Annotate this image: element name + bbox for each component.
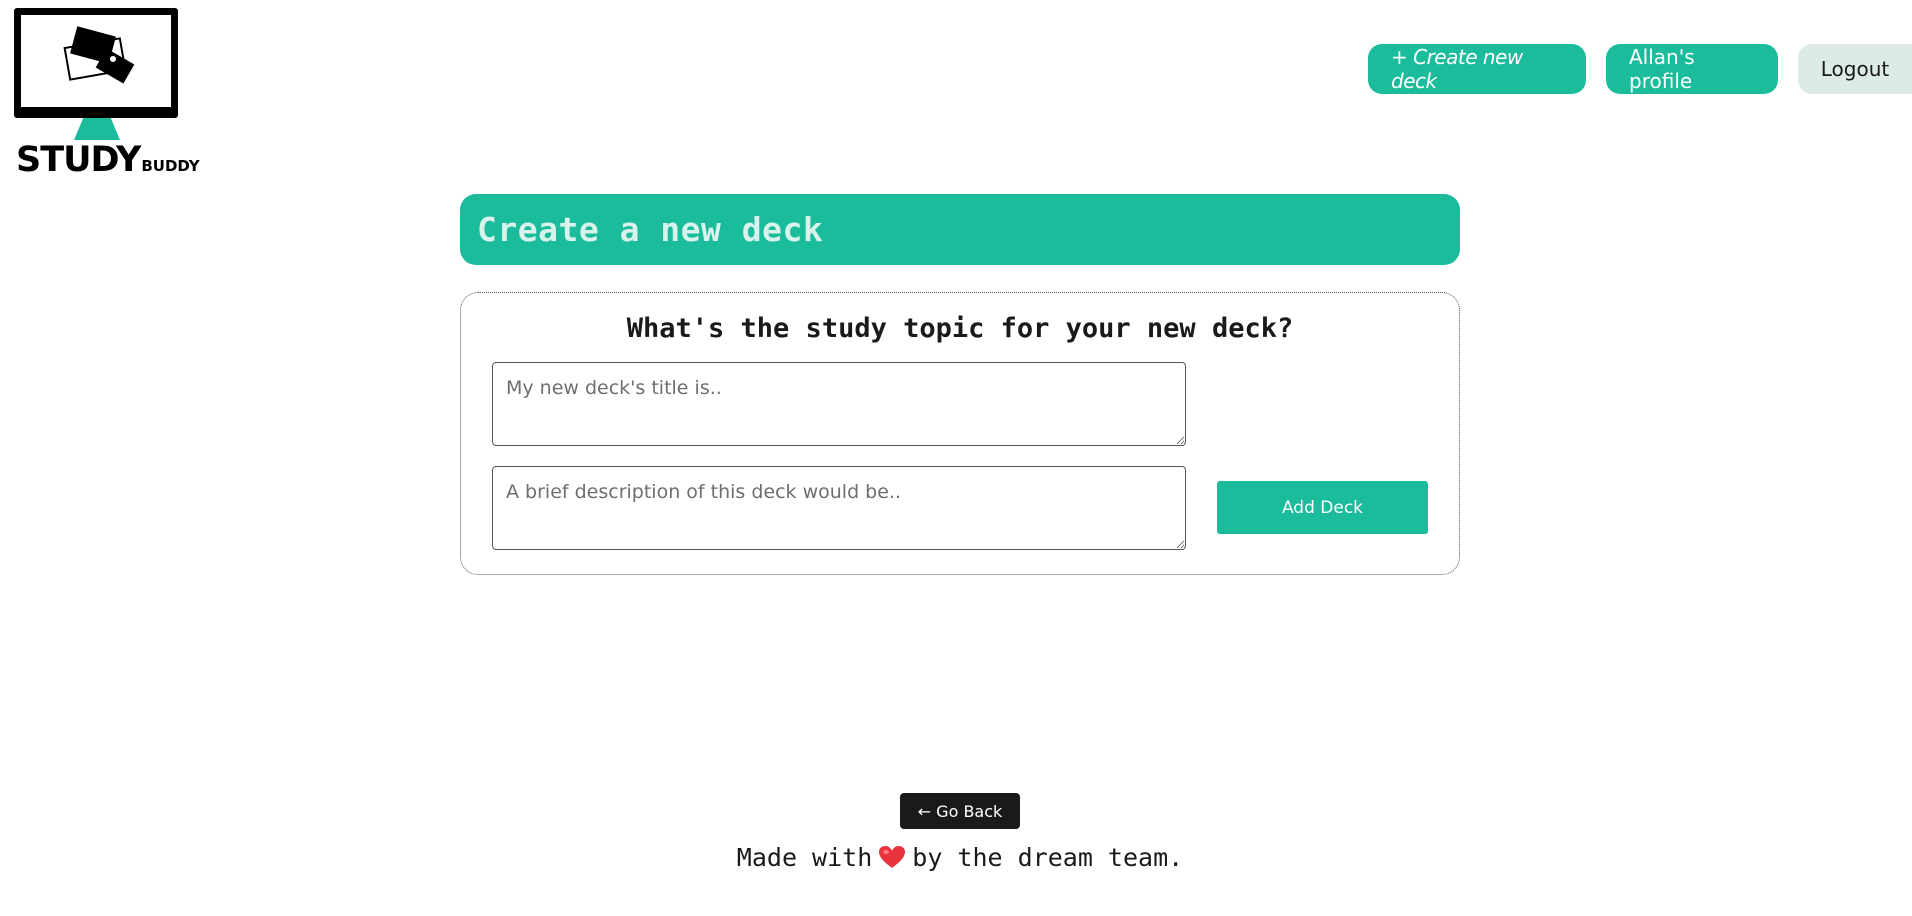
new-deck-form: What's the study topic for your new deck…: [460, 292, 1460, 575]
go-back-button[interactable]: ← Go Back: [900, 793, 1020, 829]
deck-title-input[interactable]: [492, 362, 1186, 446]
cards-icon: [63, 26, 135, 84]
heart-icon: [879, 846, 906, 868]
deck-description-input[interactable]: [492, 466, 1186, 550]
logo-text-buddy: BUDDY: [141, 157, 200, 175]
logo-text-study: STUDY: [16, 140, 141, 180]
top-nav: + Create new deck Allan's profile Logout: [1368, 44, 1912, 94]
monitor-icon: [14, 8, 178, 118]
profile-button[interactable]: Allan's profile: [1606, 44, 1778, 94]
page-title: Create a new deck: [477, 210, 824, 249]
create-new-deck-button[interactable]: + Create new deck: [1368, 44, 1586, 94]
footer-made-with: Made with: [736, 843, 873, 872]
form-heading: What's the study topic for your new deck…: [626, 313, 1294, 344]
footer-by-team: by the dream team.: [912, 843, 1184, 872]
monitor-screen: [21, 15, 171, 107]
footer-credit: Made with by the dream team.: [0, 843, 1912, 872]
logo[interactable]: STUDYBUDDY: [14, 8, 200, 180]
page-title-banner: Create a new deck: [460, 194, 1460, 265]
logout-button[interactable]: Logout: [1798, 44, 1912, 94]
logo-wordmark: STUDYBUDDY: [16, 140, 200, 180]
add-deck-button[interactable]: Add Deck: [1217, 481, 1428, 534]
monitor-stand: [74, 118, 120, 140]
